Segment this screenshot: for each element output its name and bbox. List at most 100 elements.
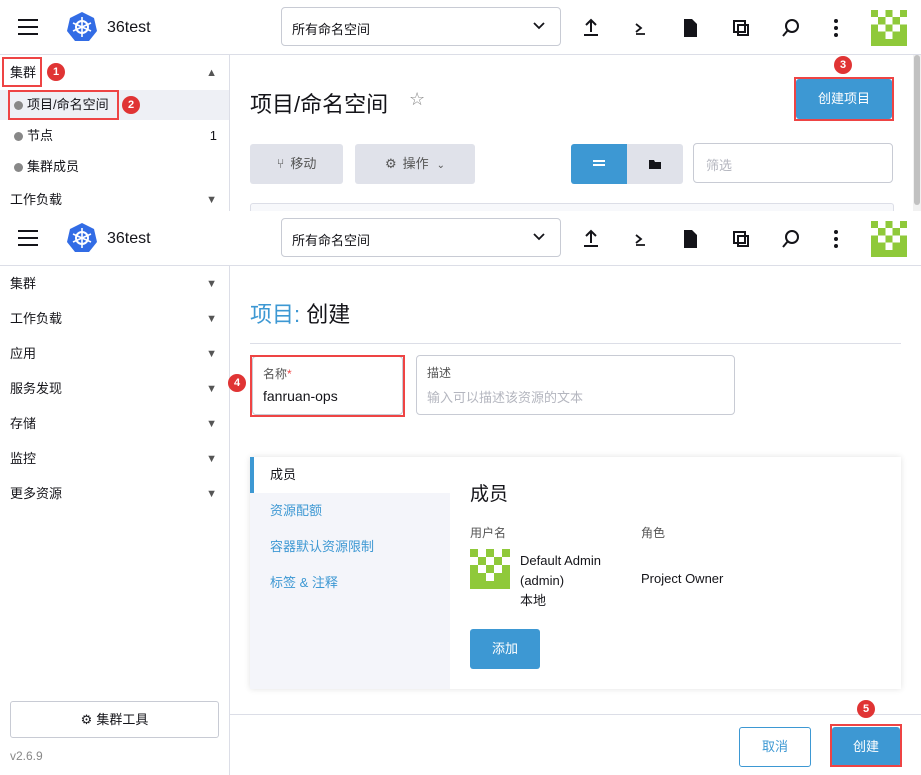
sidebar: 集群 ▼ 工作负载 ▼ 应用 ▼ 服务发现 ▼ 存储 ▼ 监控 ▼ 更多资源 ▼ ⚙ 集群工具 … bbox=[0, 266, 230, 775]
member-source: 本地 bbox=[520, 593, 547, 608]
nav-group-label: 服务发现 bbox=[10, 381, 63, 396]
annotation-box-2 bbox=[8, 90, 119, 120]
page-title: 项目/命名空间 bbox=[250, 92, 389, 117]
chevron-down-icon: ▼ bbox=[206, 278, 217, 290]
node-count: 1 bbox=[209, 128, 217, 143]
user-avatar[interactable] bbox=[871, 10, 907, 46]
annotation-badge-3: 3 bbox=[834, 56, 852, 74]
cluster-tools-button[interactable]: ⚙ 集群工具 bbox=[10, 701, 219, 738]
chevron-down-icon: ▼ bbox=[206, 453, 217, 465]
actions-label: 操作 bbox=[402, 156, 429, 171]
globe-icon bbox=[14, 132, 23, 141]
menu-icon[interactable] bbox=[18, 230, 38, 246]
kubernetes-logo-icon bbox=[67, 12, 97, 41]
page-title: 项目: 创建 bbox=[250, 297, 350, 329]
annotation-box-4 bbox=[250, 355, 405, 417]
tab-labels-annotations[interactable]: 标签 & 注释 bbox=[250, 565, 450, 601]
add-member-button[interactable]: 添加 bbox=[470, 629, 540, 669]
sidebar-item-label: 节点 bbox=[27, 128, 54, 143]
tab-resource-quota[interactable]: 资源配额 bbox=[250, 493, 450, 529]
namespace-select-value: 所有命名空间 bbox=[292, 233, 371, 248]
user-avatar[interactable] bbox=[871, 221, 907, 257]
member-avatar bbox=[470, 549, 510, 589]
annotation-badge-4: 4 bbox=[228, 374, 246, 392]
chevron-down-icon: ▼ bbox=[206, 313, 217, 325]
shell-icon[interactable] bbox=[628, 227, 652, 251]
scrollbar[interactable] bbox=[913, 55, 921, 211]
copy-icon[interactable] bbox=[729, 227, 753, 251]
upload-icon[interactable] bbox=[579, 16, 603, 40]
menu-icon[interactable] bbox=[18, 19, 38, 35]
tab-members[interactable]: 成员 bbox=[250, 457, 450, 493]
nav-group-cluster[interactable]: 集群 ▼ bbox=[0, 269, 229, 299]
nav-group-label: 监控 bbox=[10, 451, 37, 466]
cluster-name: 36test bbox=[107, 230, 151, 247]
nav-group-service-discovery[interactable]: 服务发现 ▼ bbox=[0, 374, 229, 404]
nav-group-label: 工作负载 bbox=[10, 192, 63, 207]
divider bbox=[250, 343, 901, 344]
upload-icon[interactable] bbox=[579, 227, 603, 251]
project-config-card: 成员 资源配额 容器默认资源限制 标签 & 注释 成员 用户名 角色 Defau… bbox=[250, 457, 901, 689]
more-vertical-icon[interactable] bbox=[824, 16, 848, 40]
config-tabs: 成员 资源配额 容器默认资源限制 标签 & 注释 bbox=[250, 457, 450, 689]
list-view-toggle[interactable] bbox=[571, 144, 627, 184]
filter-input[interactable]: 筛选 bbox=[693, 143, 893, 183]
nav-group-more-resources[interactable]: 更多资源 ▼ bbox=[0, 479, 229, 509]
actions-button[interactable]: ⚙ 操作 ⌄ bbox=[355, 144, 475, 184]
move-label: 移动 bbox=[290, 156, 317, 171]
annotation-box-3 bbox=[794, 77, 894, 121]
gear-icon: ⚙ bbox=[80, 712, 93, 727]
nav-group-monitoring[interactable]: 监控 ▼ bbox=[0, 444, 229, 474]
namespace-select[interactable]: 所有命名空间 bbox=[281, 7, 561, 46]
members-title: 成员 bbox=[470, 484, 509, 505]
namespace-select[interactable]: 所有命名空间 bbox=[281, 218, 561, 257]
chevron-down-icon bbox=[533, 233, 545, 241]
namespace-select-value: 所有命名空间 bbox=[292, 22, 371, 37]
member-role: Project Owner bbox=[641, 571, 724, 586]
sidebar-item-members[interactable]: 集群成员 bbox=[0, 152, 229, 182]
search-icon[interactable] bbox=[779, 16, 803, 40]
cancel-button[interactable]: 取消 bbox=[739, 727, 811, 767]
chevron-up-icon: ▲ bbox=[206, 67, 217, 79]
col-role: 角色 bbox=[641, 526, 666, 540]
filter-placeholder: 筛选 bbox=[706, 158, 733, 173]
chevron-down-icon: ▼ bbox=[206, 348, 217, 360]
cluster-name: 36test bbox=[107, 19, 151, 36]
member-info: Default Admin (admin) 本地 bbox=[520, 551, 601, 611]
nav-group-label: 集群 bbox=[10, 276, 37, 291]
nav-group-workload[interactable]: 工作负载 ▼ bbox=[0, 185, 229, 211]
shell-icon[interactable] bbox=[628, 16, 652, 40]
nav-group-storage[interactable]: 存储 ▼ bbox=[0, 409, 229, 439]
cluster-tools-label: 集群工具 bbox=[96, 712, 149, 727]
description-label: 描述 bbox=[427, 366, 452, 380]
col-username: 用户名 bbox=[470, 526, 507, 540]
annotation-badge-2: 2 bbox=[122, 96, 140, 114]
description-field[interactable]: 描述 输入可以描述该资源的文本 bbox=[416, 355, 735, 415]
create-project-pane: 36test 所有命名空间 集群 ▼ 工作负载 ▼ 应用 ▼ 服务发现 ▼ 存储 ▼ 监控… bbox=[0, 211, 921, 775]
move-button[interactable]: ⑂ 移动 bbox=[250, 144, 343, 184]
tab-container-limits[interactable]: 容器默认资源限制 bbox=[250, 529, 450, 565]
chevron-down-icon: ▼ bbox=[206, 418, 217, 430]
search-icon[interactable] bbox=[779, 227, 803, 251]
annotation-badge-1: 1 bbox=[47, 63, 65, 81]
member-name: Default Admin bbox=[520, 553, 601, 568]
file-icon[interactable] bbox=[678, 16, 702, 40]
annotation-badge-5: 5 bbox=[857, 700, 875, 718]
nav-group-workload[interactable]: 工作负载 ▼ bbox=[0, 304, 229, 334]
chevron-down-icon: ▼ bbox=[206, 194, 217, 206]
folder-view-toggle[interactable] bbox=[627, 144, 683, 184]
globe-icon bbox=[14, 163, 23, 172]
more-vertical-icon[interactable] bbox=[824, 227, 848, 251]
star-icon[interactable]: ☆ bbox=[409, 89, 425, 110]
scrollbar-thumb[interactable] bbox=[914, 55, 920, 205]
page-title-suffix: 创建 bbox=[306, 302, 351, 327]
chevron-down-icon: ⌄ bbox=[436, 160, 446, 171]
member-login: (admin) bbox=[520, 573, 565, 588]
sidebar-item-nodes[interactable]: 节点 1 bbox=[0, 121, 229, 151]
file-icon[interactable] bbox=[678, 227, 702, 251]
copy-icon[interactable] bbox=[729, 16, 753, 40]
gear-icon: ⚙ bbox=[384, 156, 397, 171]
nav-group-label: 工作负载 bbox=[10, 311, 63, 326]
nav-group-apps[interactable]: 应用 ▼ bbox=[0, 339, 229, 369]
namespace-list-pane: 36test 所有命名空间 集群 ▲ 项目/命名空间 节点 1 集群成员 工作负载 ▼… bbox=[0, 0, 921, 211]
